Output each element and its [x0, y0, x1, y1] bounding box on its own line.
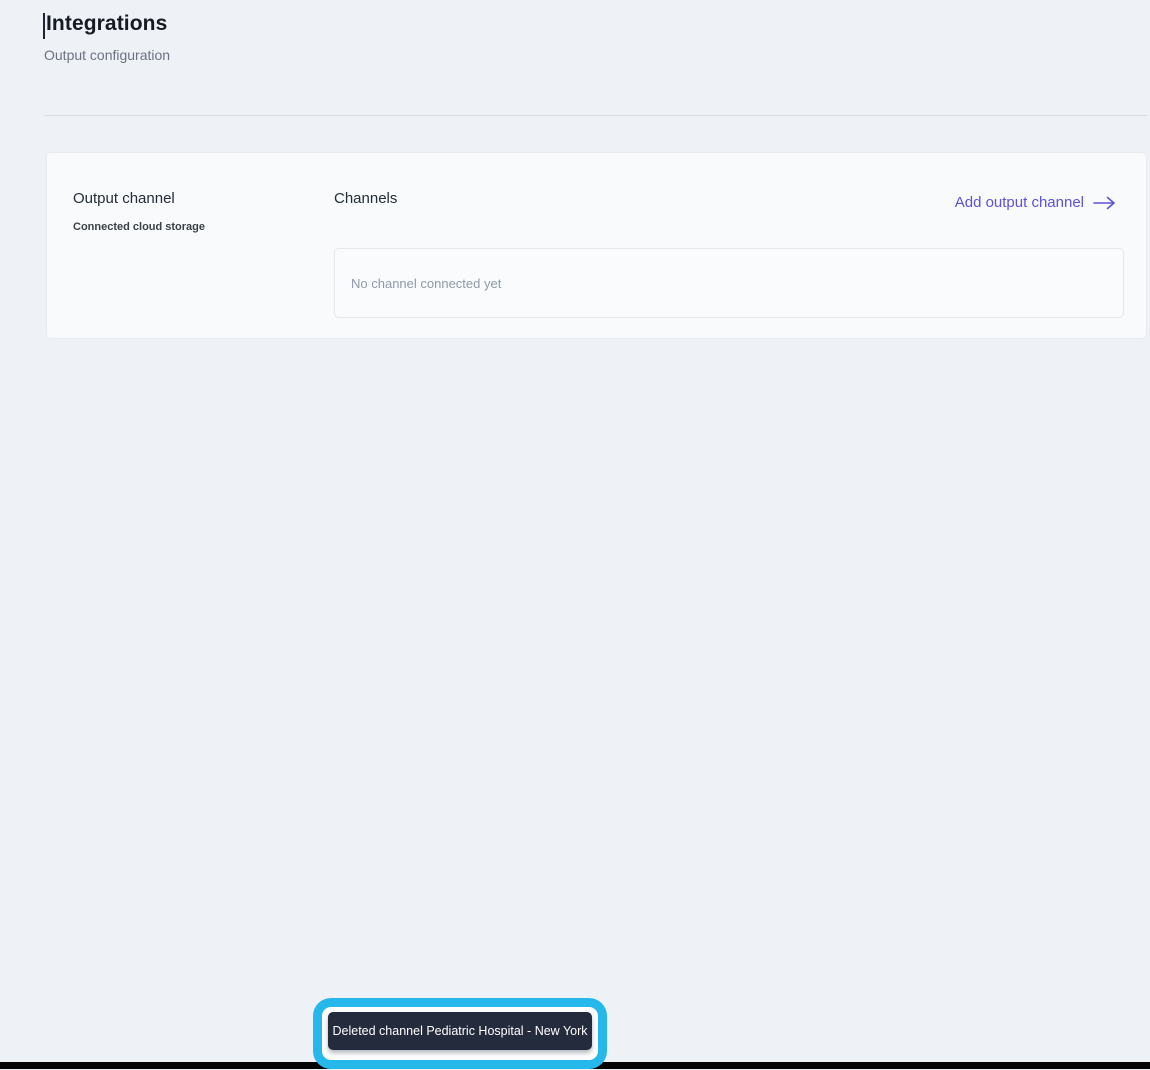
section-title: Output channel — [73, 190, 175, 207]
channels-label: Channels — [334, 190, 398, 207]
header-divider — [44, 115, 1147, 116]
channels-empty-box: No channel connected yet — [334, 248, 1124, 318]
page-title: Integrations — [46, 12, 168, 35]
output-channel-card: Output channel Connected cloud storage C… — [46, 152, 1147, 339]
section-subtitle: Connected cloud storage — [73, 221, 206, 233]
empty-state-text: No channel connected yet — [351, 275, 502, 291]
page-subtitle: Output configuration — [44, 47, 171, 63]
arrow-right-icon — [1093, 196, 1115, 209]
toast-notification: Deleted channel Pediatric Hospital - New… — [328, 1012, 592, 1050]
text-caret — [43, 13, 45, 39]
add-output-channel-link[interactable]: Add output channel — [955, 194, 1116, 211]
add-output-channel-label: Add output channel — [954, 194, 1084, 211]
toast-message: Deleted channel Pediatric Hospital - New… — [332, 1024, 588, 1038]
annotation-highlight: Deleted channel Pediatric Hospital - New… — [313, 998, 607, 1069]
integrations-page: Integrations Output configuration Output… — [0, 0, 1150, 1070]
